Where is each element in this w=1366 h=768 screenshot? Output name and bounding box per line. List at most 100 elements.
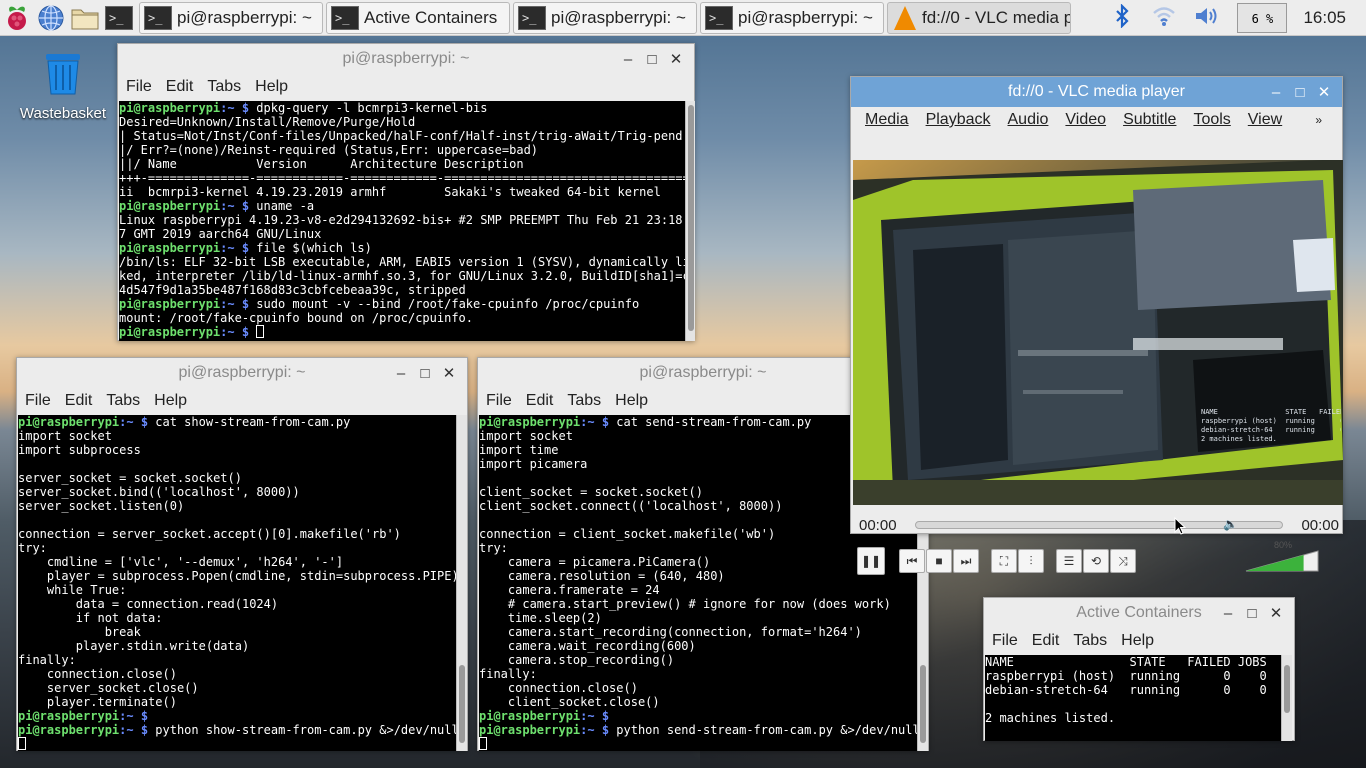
output-text: debian-stretch-64 running 0 0 [985,683,1267,697]
scrollbar-thumb[interactable] [688,105,694,331]
clock[interactable]: 16:05 [1303,8,1346,28]
terminal-output[interactable]: NAME STATE FAILED JOBS raspberrypi (host)… [985,655,1281,741]
prompt-path: :~ $ [119,709,149,723]
vlc-video-area[interactable]: NAME STATE FAILED raspberrypi (host) runn… [853,160,1343,505]
vlc-menu-playback[interactable]: Playback [926,111,991,129]
menu-help[interactable]: Help [255,78,288,96]
menu-file[interactable]: File [25,392,51,410]
close-button[interactable]: ✕ [1312,83,1336,101]
pause-icon: ❚❚ [860,554,882,568]
menu-edit[interactable]: Edit [1032,632,1060,650]
prompt-path: :~ $ [580,723,610,737]
terminal-output[interactable]: pi@raspberrypi:~ $ dpkg-query -l bcmrpi3… [119,101,685,341]
scrollbar-thumb[interactable] [459,665,465,743]
menu-file[interactable]: File [126,78,152,96]
menu-tabs[interactable]: Tabs [567,392,601,410]
chevron-right-icon[interactable]: » [1315,113,1322,127]
stop-button[interactable]: ■ [926,549,952,573]
task-terminal-1[interactable]: >_ pi@raspberrypi: ~ [139,1,323,34]
menu-file[interactable]: File [486,392,512,410]
menu-help[interactable]: Help [1121,632,1154,650]
task-vlc[interactable]: fd://0 - VLC media p... [887,1,1071,34]
task-terminal-3[interactable]: >_ pi@raspberrypi: ~ [700,1,884,34]
playlist-button[interactable]: ☰ [1056,549,1082,573]
window-titlebar[interactable]: pi@raspberrypi: ~ ‒□✕ [17,358,467,388]
prompt-user: pi@raspberrypi [119,101,221,115]
terminal-line: NAME STATE FAILED JOBS [985,655,1281,669]
menu-edit[interactable]: Edit [526,392,554,410]
menubar: File Edit Tabs Help [984,628,1294,654]
menu-help[interactable]: Help [154,392,187,410]
elapsed-time[interactable]: 00:00 [859,517,897,534]
prompt-user: pi@raspberrypi [18,415,120,429]
fullscreen-button[interactable]: ⛶ [991,549,1017,573]
video-text-line: debian-stretch-64 running 0 [1201,426,1341,434]
scrollbar[interactable] [685,101,695,341]
menu-edit[interactable]: Edit [65,392,93,410]
minimize-button[interactable]: ‒ [1216,605,1240,622]
terminal-window-top[interactable]: pi@raspberrypi: ~ ‒ □ ✕ File Edit Tabs Hel… [117,43,695,341]
menu-edit[interactable]: Edit [166,78,194,96]
minimize-button[interactable]: ‒ [389,365,413,382]
terminal-window-left[interactable]: pi@raspberrypi: ~ ‒ □ ✕ File Edit Tabs Hel… [16,357,468,751]
terminal-launcher-icon[interactable]: >_ [102,0,136,36]
web-browser-icon[interactable] [34,0,68,36]
task-active-containers[interactable]: >_ Active Containers [326,1,510,34]
window-titlebar[interactable]: fd://0 - VLC media player ‒ □ ✕ [851,77,1342,107]
menu-file[interactable]: File [992,632,1018,650]
vlc-menu-audio[interactable]: Audio [1008,111,1049,129]
minimize-button[interactable]: ‒ [1264,84,1288,101]
window-titlebar[interactable]: Active Containers ‒ □ ✕ [984,598,1294,628]
task-terminal-2[interactable]: >_ pi@raspberrypi: ~ [513,1,697,34]
close-button[interactable]: ✕ [664,50,688,68]
raspberry-menu-icon[interactable] [0,0,34,36]
maximize-button[interactable]: □ [1288,84,1312,101]
menu-help[interactable]: Help [615,392,648,410]
mute-icon[interactable]: 🔈 [1223,517,1238,531]
minimize-button[interactable]: ‒ [616,51,640,68]
output-text: connection = client_socket.makefile('wb'… [479,527,776,541]
next-button[interactable]: ⏭ [953,549,979,573]
output-text: connection.close() [479,681,638,695]
scrollbar[interactable] [1281,655,1292,741]
total-time[interactable]: 00:00 [1301,517,1339,534]
window-titlebar[interactable]: pi@raspberrypi: ~ ‒□✕ [118,44,694,74]
menu-tabs[interactable]: Tabs [106,392,140,410]
vlc-menu-media[interactable]: Media [865,111,909,129]
volume-icon[interactable] [1193,4,1221,33]
terminal-line [479,737,917,751]
scrollbar[interactable] [456,415,467,751]
cpu-monitor[interactable]: 6 % [1237,3,1288,33]
wifi-icon[interactable] [1151,5,1177,32]
maximize-button[interactable]: □ [1240,605,1264,622]
terminal-line: try: [18,541,456,555]
volume-slider[interactable]: 80% [1244,540,1320,573]
terminal-line: ||/ Name Version Architecture Descriptio… [119,157,685,171]
vlc-menu-tools[interactable]: Tools [1193,111,1230,129]
file-manager-icon[interactable] [68,0,102,36]
maximize-button[interactable]: □ [640,51,664,68]
menu-tabs[interactable]: Tabs [1073,632,1107,650]
menubar: File Edit Tabs Help [17,388,467,414]
vlc-menu-view[interactable]: View [1248,111,1282,129]
bluetooth-icon[interactable] [1113,2,1131,33]
shuffle-button[interactable]: ⤨ [1110,549,1136,573]
vlc-menu-video[interactable]: Video [1065,111,1106,129]
terminal-line [18,737,456,751]
wastebasket-desktop-icon[interactable]: Wastebasket [14,50,112,122]
close-button[interactable]: ✕ [437,364,461,382]
window-title: Active Containers [1076,604,1202,621]
maximize-button[interactable]: □ [413,365,437,382]
vlc-window[interactable]: fd://0 - VLC media player ‒ □ ✕ Media Play… [850,76,1343,575]
loop-button[interactable]: ⟲ [1083,549,1109,573]
terminal-output[interactable]: pi@raspberrypi:~ $ cat show-stream-from-… [18,415,456,751]
scrollbar-thumb[interactable] [920,665,926,743]
close-button[interactable]: ✕ [1264,604,1288,622]
scrollbar-thumb[interactable] [1284,665,1290,713]
extended-settings-button[interactable]: ⫶ [1018,549,1044,573]
active-containers-window[interactable]: Active Containers ‒ □ ✕ File Edit Tabs Hel… [983,597,1295,741]
previous-button[interactable]: ⏮ [899,549,925,573]
vlc-menu-subtitle[interactable]: Subtitle [1123,111,1176,129]
pause-button[interactable]: ❚❚ [857,547,885,575]
menu-tabs[interactable]: Tabs [207,78,241,96]
